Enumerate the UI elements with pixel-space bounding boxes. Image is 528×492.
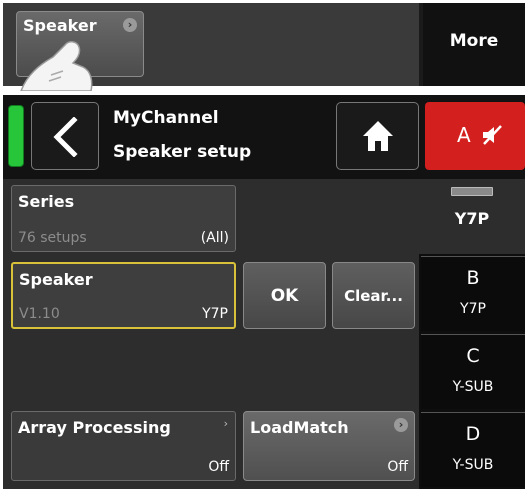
mute-channel-letter: A [457,123,471,147]
channel-tab-a-label: Y7P [454,209,490,228]
array-processing-label: Array Processing [18,418,171,437]
more-button[interactable]: More [423,3,525,86]
series-field[interactable]: Series 76 setups (All) [11,185,236,252]
channel-name: MyChannel [113,108,219,128]
array-processing-value: Off [208,459,229,475]
home-button[interactable] [336,102,419,170]
chevron-right-icon: › [123,18,137,32]
top-left-pane: Speaker › [3,3,419,91]
status-led [8,105,24,167]
channel-tab-a[interactable]: Y7P [419,179,525,254]
clear-button-label: Clear... [344,286,403,305]
channel-tab-letter: D [465,423,481,445]
ok-button-label: OK [270,285,299,306]
channel-tabs: Y7P B Y7P C Y-SUB D Y-SUB [419,179,525,489]
series-value: (All) [200,230,229,246]
channel-tab-c[interactable]: C Y-SUB [421,334,525,409]
top-strip: Speaker › More [3,3,525,91]
loadmatch-button[interactable]: LoadMatch › Off [243,411,415,481]
header-bar: MyChannel Speaker setup A [3,95,525,179]
chevron-right-icon: › [394,418,408,432]
chevron-left-icon [53,117,78,157]
speaker-value: Y7P [202,306,228,322]
series-count: 76 setups [18,230,87,246]
channel-tab-b[interactable]: B Y7P [421,256,525,331]
channel-tab-label: Y-SUB [452,379,494,395]
home-icon [363,121,393,151]
speaker-version: V1.10 [19,306,60,322]
channel-tab-d[interactable]: D Y-SUB [421,412,525,487]
speaker-label: Speaker [19,270,93,289]
chevron-right-icon: › [223,417,228,430]
back-button[interactable] [31,102,99,170]
loadmatch-value: Off [387,459,408,475]
more-button-label: More [449,30,499,51]
ok-button[interactable]: OK [243,262,326,329]
page-title: Speaker setup [113,142,252,162]
main-panel: MyChannel Speaker setup A Series 76 setu… [3,95,525,489]
speaker-muted-icon [483,125,502,145]
mute-button[interactable]: A [425,102,525,170]
content-area: Series 76 setups (All) Speaker V1.10 Y7P… [3,179,419,489]
channel-tab-letter: B [466,267,480,289]
channel-tab-label: Y-SUB [452,457,494,473]
hand-pointer-icon [20,41,93,91]
channel-tab-label: Y7P [460,301,486,317]
loadmatch-label: LoadMatch [250,418,349,437]
active-indicator [451,187,493,196]
channel-tab-letter: C [466,345,480,367]
speaker-field[interactable]: Speaker V1.10 Y7P [11,262,236,329]
clear-button[interactable]: Clear... [332,262,415,329]
series-label: Series [18,192,75,211]
array-processing-button[interactable]: Array Processing › Off [11,411,236,481]
